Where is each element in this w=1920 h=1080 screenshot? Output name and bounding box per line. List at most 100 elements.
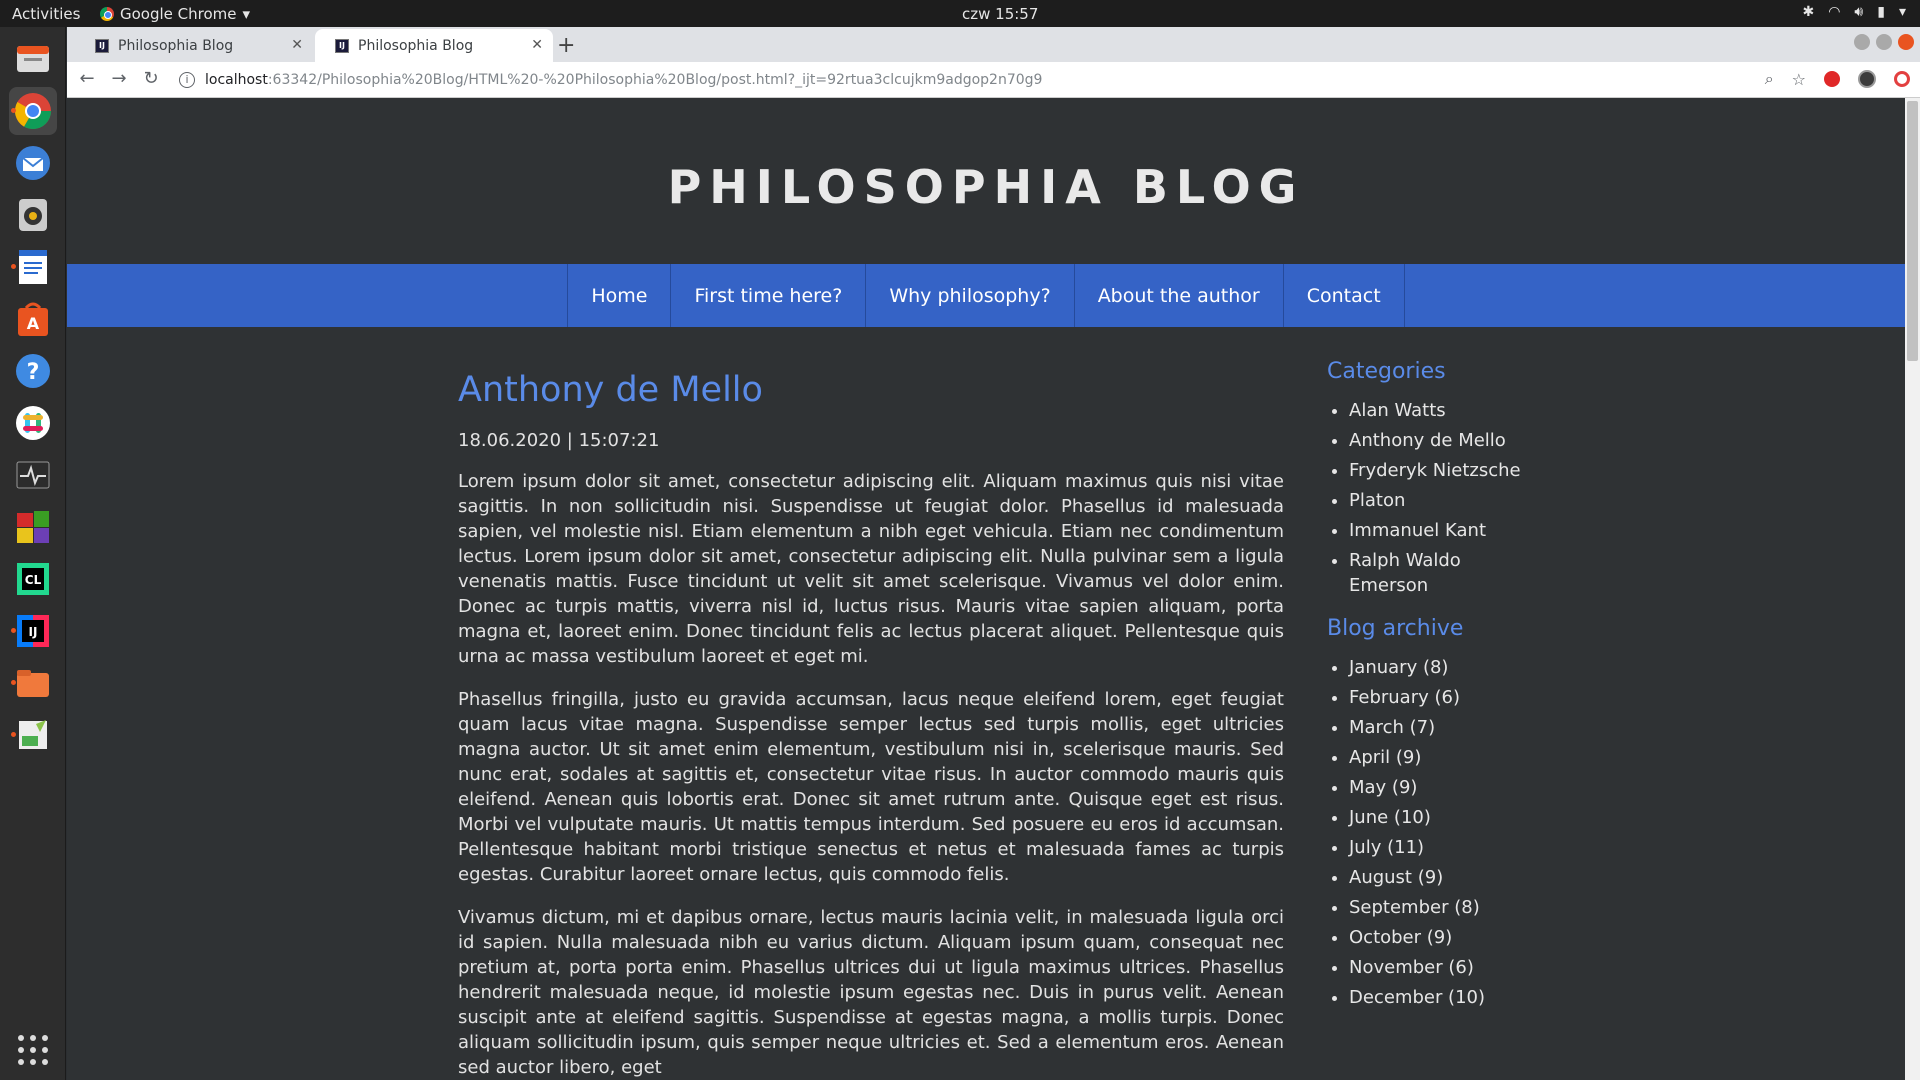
toolbar-actions: ⌕ ☆ (1765, 69, 1910, 89)
activities-button[interactable]: Activities (12, 5, 80, 23)
window-controls (1854, 34, 1914, 50)
tab-philosophia-blog-1[interactable]: IJ Philosophia Blog ✕ (75, 29, 313, 62)
category-item[interactable]: Anthony de Mello (1349, 428, 1557, 453)
blog-post: Anthony de Mello 18.06.2020 | 15:07:21 L… (458, 327, 1284, 1080)
color-app-icon[interactable] (9, 503, 57, 551)
notes-icon[interactable] (9, 711, 57, 759)
running-indicator (11, 108, 16, 113)
software-center-icon[interactable]: A (9, 295, 57, 343)
categories-list: Alan Watts Anthony de Mello Fryderyk Nie… (1327, 398, 1557, 598)
minimize-icon[interactable] (1854, 34, 1870, 50)
archive-item[interactable]: April (9) (1349, 745, 1557, 770)
battery-icon[interactable]: ▮ (1877, 4, 1885, 20)
archive-item[interactable]: February (6) (1349, 685, 1557, 710)
scrollbar-thumb[interactable] (1907, 101, 1918, 361)
bookmark-star-icon[interactable]: ☆ (1792, 70, 1806, 89)
url-path: :63342/Philosophia%20Blog/HTML%20-%20Phi… (267, 72, 1043, 88)
chevron-down-icon: ▾ (242, 5, 251, 23)
archive-item[interactable]: December (10) (1349, 985, 1557, 1010)
archive-item[interactable]: July (11) (1349, 835, 1557, 860)
svg-text:?: ? (27, 360, 40, 385)
new-tab-button[interactable]: + (557, 33, 575, 58)
bluetooth-icon[interactable]: ✱ (1802, 4, 1814, 20)
blog-archive-heading: Blog archive (1327, 616, 1464, 641)
system-monitor-icon[interactable] (9, 451, 57, 499)
close-tab-icon[interactable]: ✕ (291, 37, 303, 53)
running-indicator (11, 264, 16, 269)
chrome-icon (100, 7, 114, 21)
close-window-icon[interactable] (1898, 34, 1914, 50)
chrome-icon[interactable] (9, 87, 57, 135)
archive-list: January (8) February (6) March (7) April… (1327, 655, 1557, 1010)
zoom-icon[interactable]: ⌕ (1765, 69, 1774, 89)
nav-about-the-author[interactable]: About the author (1075, 264, 1284, 327)
archive-item[interactable]: January (8) (1349, 655, 1557, 680)
dock: A ? CL IJ (0, 27, 66, 1080)
tab-strip: IJ Philosophia Blog ✕ IJ Philosophia Blo… (67, 27, 1920, 62)
nav-home[interactable]: Home (568, 264, 672, 327)
power-menu-icon[interactable]: ▾ (1899, 4, 1906, 20)
sidebar: Categories Alan Watts Anthony de Mello F… (1327, 327, 1557, 1028)
back-arrow-icon[interactable]: ← (75, 68, 99, 89)
nav-why-philosophy[interactable]: Why philosophy? (866, 264, 1075, 327)
clion-icon[interactable]: CL (9, 555, 57, 603)
info-icon[interactable]: i (179, 72, 195, 88)
archive-item[interactable]: October (9) (1349, 925, 1557, 950)
clock[interactable]: czw 15:57 (962, 5, 1038, 23)
writer-icon[interactable] (9, 243, 57, 291)
post-paragraph: Phasellus fringilla, justo eu gravida ac… (458, 689, 1284, 885)
volume-icon[interactable]: 🔊︎ (1854, 4, 1863, 20)
maximize-icon[interactable] (1876, 34, 1892, 50)
categories-heading: Categories (1327, 359, 1446, 384)
profile-avatar-icon[interactable] (1858, 70, 1876, 88)
post-paragraph: Lorem ipsum dolor sit amet, consectetur … (458, 471, 1284, 667)
page-scrollbar[interactable] (1905, 98, 1920, 1080)
slack-icon[interactable] (9, 399, 57, 447)
running-indicator (11, 628, 16, 633)
archive-item[interactable]: March (7) (1349, 715, 1557, 740)
post-date: 18.06.2020 | 15:07:21 (458, 430, 660, 451)
tab-title: Philosophia Blog (358, 37, 474, 54)
tab-philosophia-blog-2[interactable]: IJ Philosophia Blog ✕ (315, 29, 553, 62)
system-tray[interactable]: ✱ ◠ 🔊︎ ▮ ▾ (1802, 4, 1906, 20)
extension-red-icon[interactable] (1824, 71, 1840, 87)
archive-item[interactable]: August (9) (1349, 865, 1557, 890)
extension-ring-icon[interactable] (1894, 71, 1910, 87)
browser-toolbar: ← → ↻ i localhost:63342/Philosophia%20Bl… (67, 62, 1920, 98)
svg-text:A: A (27, 314, 40, 333)
wifi-icon[interactable]: ◠ (1828, 4, 1840, 20)
svg-text:CL: CL (25, 573, 42, 587)
category-item[interactable]: Platon (1349, 488, 1557, 513)
forward-arrow-icon[interactable]: → (107, 68, 131, 89)
intellij-favicon-icon: IJ (335, 38, 349, 53)
archive-item[interactable]: November (6) (1349, 955, 1557, 980)
app-menu[interactable]: Google Chrome ▾ (100, 5, 250, 23)
category-item[interactable]: Ralph Waldo Emerson (1349, 548, 1489, 598)
svg-text:IJ: IJ (29, 625, 38, 639)
address-bar[interactable]: i localhost:63342/Philosophia%20Blog/HTM… (179, 66, 1729, 94)
nav-first-time-here[interactable]: First time here? (671, 264, 867, 327)
help-icon[interactable]: ? (9, 347, 57, 395)
site-title[interactable]: PHILOSOPHIA BLOG (67, 160, 1905, 214)
thunderbird-icon[interactable] (9, 139, 57, 187)
web-page: PHILOSOPHIA BLOG Home First time here? W… (67, 98, 1920, 1080)
close-tab-icon[interactable]: ✕ (531, 37, 543, 53)
archive-item[interactable]: May (9) (1349, 775, 1557, 800)
archive-item[interactable]: June (10) (1349, 805, 1557, 830)
category-item[interactable]: Alan Watts (1349, 398, 1557, 423)
main-navigation: Home First time here? Why philosophy? Ab… (67, 264, 1905, 327)
intellij-favicon-icon: IJ (95, 38, 109, 53)
show-applications-icon[interactable] (18, 1035, 48, 1065)
intellij-icon[interactable]: IJ (9, 607, 57, 655)
system-top-bar: Activities Google Chrome ▾ czw 15:57 ✱ ◠… (0, 0, 1920, 27)
files-icon[interactable] (9, 35, 57, 83)
post-paragraph: Vivamus dictum, mi et dapibus ornare, le… (458, 907, 1284, 1078)
reload-icon[interactable]: ↻ (139, 68, 163, 89)
nav-contact[interactable]: Contact (1284, 264, 1405, 327)
category-item[interactable]: Fryderyk Nietzsche (1349, 458, 1557, 483)
folder-icon[interactable] (9, 659, 57, 707)
url-host: localhost (205, 72, 268, 88)
category-item[interactable]: Immanuel Kant (1349, 518, 1557, 543)
rhythmbox-icon[interactable] (9, 191, 57, 239)
archive-item[interactable]: September (8) (1349, 895, 1557, 920)
